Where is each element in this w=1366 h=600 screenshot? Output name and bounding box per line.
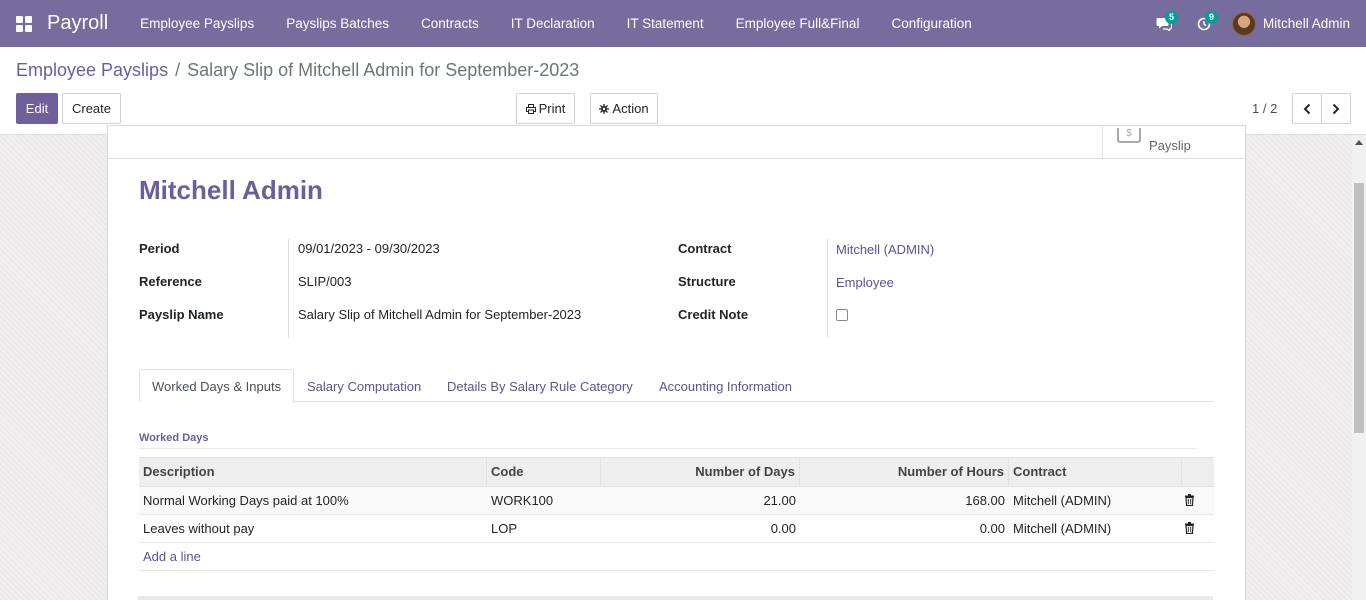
payslip-smart-button[interactable]: $ Payslip xyxy=(1102,126,1245,159)
breadcrumb-parent[interactable]: Employee Payslips xyxy=(16,60,168,80)
add-line-row: Add a line xyxy=(139,543,1214,571)
tab-details-by-salary-rule-category[interactable]: Details By Salary Rule Category xyxy=(435,369,645,403)
period-value: 09/01/2023 - 09/30/2023 xyxy=(298,241,440,256)
form-sheet: $ Payslip Mitchell Admin Period 09/01/20… xyxy=(107,125,1246,600)
main-menu: Employee Payslips Payslips Batches Contr… xyxy=(124,0,988,47)
trash-icon[interactable] xyxy=(1185,494,1194,506)
menu-it-declaration[interactable]: IT Declaration xyxy=(495,0,611,47)
pager-previous-button[interactable] xyxy=(1292,93,1322,124)
tab-worked-days-inputs[interactable]: Worked Days & Inputs xyxy=(139,369,294,403)
messages-button[interactable]: 5 xyxy=(1144,0,1184,47)
worked-days-section-title: Worked Days xyxy=(139,432,209,444)
payslip-name-label: Payslip Name xyxy=(139,307,224,322)
activities-button[interactable]: 9 xyxy=(1184,0,1224,47)
payslip-smart-label: Payslip xyxy=(1149,138,1191,153)
page-scrollbar[interactable] xyxy=(1352,135,1366,600)
payslip-icon: $ xyxy=(1117,128,1141,143)
column-number-of-days[interactable]: Number of Days xyxy=(601,458,800,486)
breadcrumb-current: Salary Slip of Mitchell Admin for Septem… xyxy=(187,60,580,80)
control-panel: Employee Payslips / Salary Slip of Mitch… xyxy=(0,47,1366,135)
button-box: $ Payslip xyxy=(108,126,1245,159)
trash-icon[interactable] xyxy=(1185,522,1194,534)
table-header: Description Code Number of Days Number o… xyxy=(139,457,1214,487)
table-row[interactable]: Normal Working Days paid at 100% WORK100… xyxy=(139,487,1214,515)
apps-grid-icon xyxy=(16,15,32,32)
reference-label: Reference xyxy=(139,274,202,289)
credit-note-checkbox[interactable] xyxy=(836,309,848,321)
chevron-right-icon xyxy=(1332,103,1340,114)
print-button[interactable]: Print xyxy=(516,93,575,124)
tab-salary-computation[interactable]: Salary Computation xyxy=(295,369,433,403)
avatar xyxy=(1231,11,1256,36)
menu-payslips-batches[interactable]: Payslips Batches xyxy=(270,0,405,47)
user-name: Mitchell Admin xyxy=(1262,16,1350,31)
row-hours: 0.00 xyxy=(979,521,1005,536)
reference-value: SLIP/003 xyxy=(298,274,352,289)
column-contract[interactable]: Contract xyxy=(1009,458,1182,486)
form-view: $ Payslip Mitchell Admin Period 09/01/20… xyxy=(0,125,1352,600)
app-name[interactable]: Payroll xyxy=(47,12,108,35)
column-code[interactable]: Code xyxy=(487,458,601,486)
column-description[interactable]: Description xyxy=(139,458,487,486)
chevron-left-icon xyxy=(1303,103,1311,114)
menu-employee-full-final[interactable]: Employee Full&Final xyxy=(720,0,876,47)
contract-label: Contract xyxy=(678,241,732,256)
apps-menu-button[interactable] xyxy=(0,0,48,47)
menu-contracts[interactable]: Contracts xyxy=(405,0,495,47)
field-divider-right xyxy=(827,239,828,338)
row-contract: Mitchell (ADMIN) xyxy=(1013,493,1112,508)
print-label: Print xyxy=(538,101,566,116)
top-navbar: Payroll Employee Payslips Payslips Batch… xyxy=(0,0,1366,47)
tab-accounting-information[interactable]: Accounting Information xyxy=(647,369,804,403)
field-divider-left xyxy=(288,239,289,338)
row-contract: Mitchell (ADMIN) xyxy=(1013,521,1112,536)
row-code: WORK100 xyxy=(491,493,554,508)
period-label: Period xyxy=(139,241,180,256)
row-hours: 168.00 xyxy=(965,493,1005,508)
action-button[interactable]: Action xyxy=(590,93,658,124)
pager-next-button[interactable] xyxy=(1321,93,1351,124)
employee-name-title: Mitchell Admin xyxy=(139,175,323,205)
table-row[interactable]: Leaves without pay LOP 0.00 0.00 Mitchel… xyxy=(139,515,1214,543)
row-description: Normal Working Days paid at 100% xyxy=(143,493,349,508)
contract-link[interactable]: Mitchell (ADMIN) xyxy=(836,242,934,257)
next-section-header xyxy=(138,596,1213,600)
print-icon xyxy=(525,103,536,114)
row-days: 21.00 xyxy=(763,493,796,508)
payslip-name-value: Salary Slip of Mitchell Admin for Septem… xyxy=(298,307,582,322)
section-separator xyxy=(139,448,1196,449)
row-description: Leaves without pay xyxy=(143,521,255,536)
menu-employee-payslips[interactable]: Employee Payslips xyxy=(124,0,270,47)
create-button[interactable]: Create xyxy=(62,93,121,124)
messages-badge: 5 xyxy=(1164,11,1178,24)
scroll-thumb[interactable] xyxy=(1354,183,1364,433)
structure-label: Structure xyxy=(678,274,736,289)
menu-it-statement[interactable]: IT Statement xyxy=(611,0,720,47)
column-number-of-hours[interactable]: Number of Hours xyxy=(800,458,1009,486)
menu-configuration[interactable]: Configuration xyxy=(875,0,987,47)
notebook-tabs: Worked Days & Inputs Salary Computation … xyxy=(139,369,1214,403)
row-days: 0.00 xyxy=(770,521,796,536)
activities-badge: 9 xyxy=(1204,11,1218,24)
credit-note-label: Credit Note xyxy=(678,307,749,322)
action-label: Action xyxy=(612,101,649,116)
edit-button[interactable]: Edit xyxy=(16,93,58,124)
breadcrumb-separator: / xyxy=(175,60,181,80)
structure-link[interactable]: Employee xyxy=(836,275,894,290)
scroll-up-arrow-icon[interactable] xyxy=(1355,140,1363,145)
gear-icon xyxy=(599,103,610,114)
row-code: LOP xyxy=(491,521,518,536)
add-line-link[interactable]: Add a line xyxy=(143,549,201,564)
pager-value[interactable]: 1 / 2 xyxy=(1252,101,1277,116)
breadcrumb: Employee Payslips / Salary Slip of Mitch… xyxy=(16,60,579,81)
user-menu[interactable]: Mitchell Admin xyxy=(1224,11,1366,36)
